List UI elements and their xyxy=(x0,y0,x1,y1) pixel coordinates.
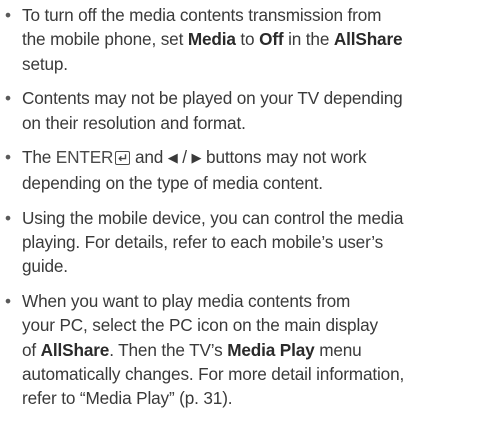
note-text: setup. xyxy=(22,53,68,74)
note-text: to xyxy=(235,29,260,50)
note-item: • The ENTER and ◀ / ▶ buttons may not wor… xyxy=(0,145,487,195)
notes-list: • To turn off the media contents transmis… xyxy=(0,3,487,421)
enter-key-label: ENTER xyxy=(55,147,114,168)
bullet-icon: • xyxy=(5,5,11,25)
note-text: refer to “Media Play” (p. 31). xyxy=(22,388,233,409)
right-triangle-icon: ▶ xyxy=(191,150,202,166)
note-text: The xyxy=(22,147,56,168)
note-text: on their resolution and format. xyxy=(22,112,246,133)
note-text: and xyxy=(130,147,168,168)
note-line: setup. xyxy=(22,52,487,76)
note-line: When you want to play media contents fro… xyxy=(22,289,487,313)
note-line: refer to “Media Play” (p. 31). xyxy=(22,386,487,410)
note-text: buttons may not work xyxy=(201,147,367,168)
note-line: playing. For details, refer to each mobi… xyxy=(22,230,487,254)
note-line: depending on the type of media content. xyxy=(22,171,487,195)
note-line: the mobile phone, set Media to Off in th… xyxy=(22,27,487,51)
note-line: The ENTER and ◀ / ▶ buttons may not work xyxy=(22,145,487,170)
left-triangle-icon: ◀ xyxy=(167,150,178,166)
menu-term: Media xyxy=(187,29,236,50)
bullet-icon: • xyxy=(5,207,11,228)
menu-term: Media Play xyxy=(227,339,315,360)
note-text: automatically changes. For more detail i… xyxy=(22,363,405,384)
note-text: menu xyxy=(314,339,362,360)
note-line: guide. xyxy=(22,254,487,278)
note-text: When you want to play media contents fro… xyxy=(22,290,351,311)
note-text: your PC, select the PC icon on the main … xyxy=(22,315,378,336)
note-text: of xyxy=(22,339,41,360)
note-text: . Then the TV’s xyxy=(109,339,228,360)
note-text: Contents may not be played on your TV de… xyxy=(22,88,403,109)
note-text: playing. For details, refer to each mobi… xyxy=(22,231,384,252)
note-item: • When you want to play media contents fr… xyxy=(0,289,487,410)
note-item: • Using the mobile device, you can contro… xyxy=(0,206,487,279)
note-item: • Contents may not be played on your TV d… xyxy=(0,86,487,135)
menu-term: AllShare xyxy=(333,29,403,50)
note-item: • To turn off the media contents transmis… xyxy=(0,3,487,76)
bullet-icon: • xyxy=(5,147,11,168)
bullet-icon: • xyxy=(5,88,11,109)
note-line: on their resolution and format. xyxy=(22,111,487,135)
note-text: guide. xyxy=(22,256,68,277)
note-line: Contents may not be played on your TV de… xyxy=(22,86,487,110)
note-line: Using the mobile device, you can control… xyxy=(22,206,487,230)
note-line: To turn off the media contents transmiss… xyxy=(22,3,487,27)
note-text: depending on the type of media content. xyxy=(22,172,323,193)
note-line: of AllShare. Then the TV’s Media Play me… xyxy=(22,338,487,362)
note-text: Using the mobile device, you can control… xyxy=(22,207,404,228)
note-text: To turn off the media contents transmiss… xyxy=(22,5,382,25)
note-text: the mobile phone, set xyxy=(22,29,188,50)
enter-return-icon xyxy=(115,151,131,166)
menu-term: Off xyxy=(259,29,284,50)
note-text: / xyxy=(177,147,192,168)
bullet-icon: • xyxy=(5,290,11,311)
note-line: your PC, select the PC icon on the main … xyxy=(22,313,487,337)
note-line: automatically changes. For more detail i… xyxy=(22,362,487,386)
note-text: in the xyxy=(283,29,334,50)
menu-term: AllShare xyxy=(40,339,110,360)
